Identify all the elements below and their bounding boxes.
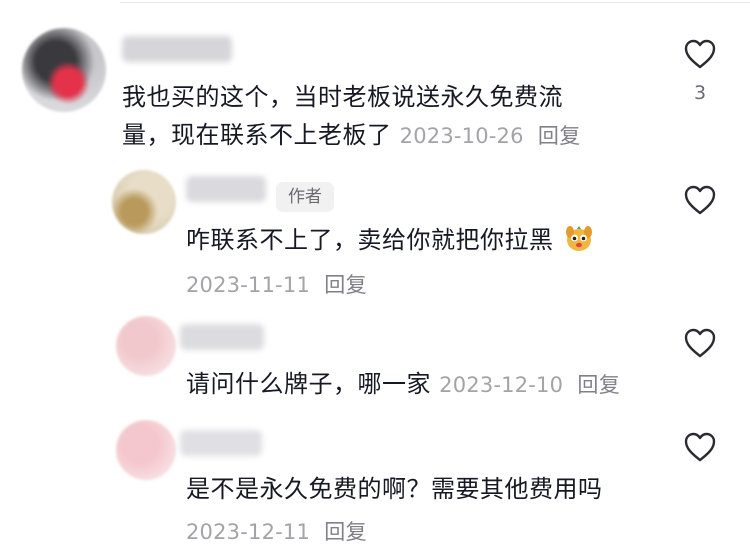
heart-outline-icon: [684, 328, 716, 358]
comment-date: 2023-10-26: [399, 124, 524, 148]
username[interactable]: [180, 324, 264, 350]
avatar[interactable]: [116, 316, 176, 376]
heart-outline-icon: [684, 39, 716, 69]
comment-date: 2023-11-11: [186, 273, 311, 297]
heart-outline-icon: [684, 185, 716, 215]
username[interactable]: [180, 430, 262, 456]
like-button[interactable]: [683, 38, 717, 70]
comment-date: 2023-12-10: [439, 373, 564, 397]
like-button[interactable]: [683, 184, 717, 216]
dog-face-emoji: [565, 226, 592, 251]
author-badge: 作者: [276, 182, 334, 212]
username[interactable]: [122, 36, 232, 62]
comment-text: 我也买的这个，当时老板说送永久免费流 量，现在联系不上老板了 2023-10-2…: [122, 78, 642, 155]
like-button[interactable]: [683, 327, 717, 359]
comment-text-line: 咋联系不上了，卖给你就把你拉黑: [186, 226, 554, 254]
avatar[interactable]: [112, 170, 176, 234]
comment-text: 咋联系不上了，卖给你就把你拉黑: [186, 221, 666, 259]
comment-meta: 2023-11-11 回复: [186, 265, 367, 304]
avatar[interactable]: [116, 420, 176, 480]
comment-text-line: 请问什么牌子，哪一家: [186, 370, 431, 398]
comment-text: 请问什么牌子，哪一家 2023-12-10 回复: [186, 365, 666, 404]
comment-text: 是不是永久免费的啊？需要其他费用吗: [186, 470, 666, 508]
reply-button[interactable]: 回复: [577, 373, 620, 397]
reply-button[interactable]: 回复: [324, 520, 367, 544]
avatar[interactable]: [22, 28, 106, 112]
top-divider: [120, 2, 750, 3]
username[interactable]: [186, 176, 266, 202]
reply-button[interactable]: 回复: [324, 273, 367, 297]
comment-text-line: 是不是永久免费的啊？需要其他费用吗: [186, 475, 603, 503]
like-count: 3: [693, 82, 707, 104]
reply-button[interactable]: 回复: [538, 124, 581, 148]
comment-text-line: 量，现在联系不上老板了: [122, 121, 392, 149]
comment-date: 2023-12-11: [186, 520, 311, 544]
comment-meta: 2023-12-11 回复: [186, 512, 367, 551]
like-button[interactable]: [683, 431, 717, 463]
comment-text-line: 我也买的这个，当时老板说送永久免费流: [122, 83, 563, 111]
heart-outline-icon: [684, 432, 716, 462]
